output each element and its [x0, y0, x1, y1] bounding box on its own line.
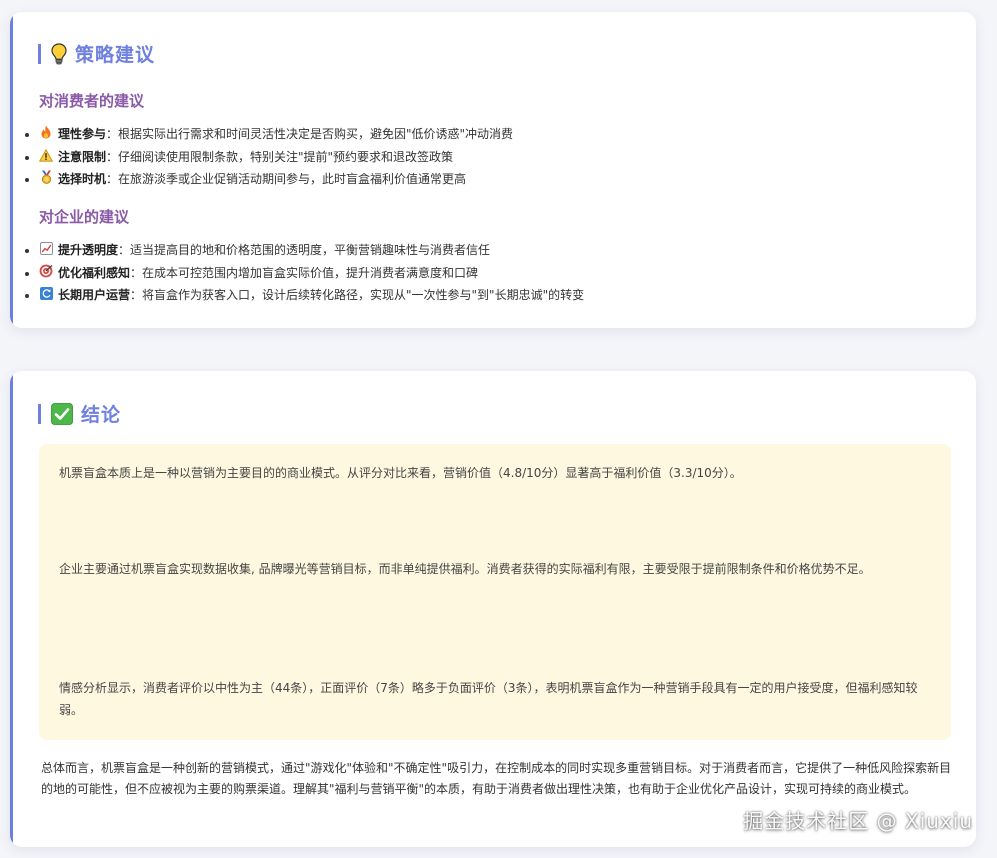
- conclusion-title-text: 结论: [81, 404, 122, 426]
- item-text: ：根据实际出行需求和时间灵活性决定是否购买，避免因"低价诱惑"冲动消费: [106, 127, 514, 141]
- strategy-section-title: 策略建议: [38, 40, 155, 67]
- strategy-card: 策略建议 对消费者的建议 理性参与：根据实际出行需求和时间灵活性决定是否购买，避…: [10, 12, 976, 328]
- item-label: 提升透明度: [58, 243, 119, 257]
- conclusion-summary: 总体而言，机票盲盒是一种创新的营销模式，通过"游戏化"体验和"不确定性"吸引力，…: [41, 761, 952, 796]
- check-icon: [51, 402, 73, 425]
- list-item: 优化福利感知：在成本可控范围内增加盲盒实际价值，提升消费者满意度和口碑: [39, 263, 584, 286]
- item-label: 选择时机: [58, 172, 107, 186]
- target-icon: [39, 264, 53, 286]
- item-label: 注意限制: [58, 149, 107, 164]
- conclusion-highlight-box: 机票盲盒本质上是一种以营销为主要目的的商业模式。从评分对比来看，营销价值（4.8…: [39, 444, 951, 740]
- item-text: ：在旅游淡季或企业促销活动期间参与，此时盲盒福利价值通常更高: [106, 172, 467, 186]
- conclusion-section-title: 结论: [38, 400, 121, 427]
- strategy-title-text: 策略建议: [75, 44, 156, 66]
- medal-icon: [39, 170, 53, 192]
- title-accent-bar: [38, 403, 41, 424]
- fire-icon: [39, 125, 53, 147]
- list-item: 选择时机：在旅游淡季或企业促销活动期间参与，此时盲盒福利价值通常更高: [39, 169, 513, 192]
- watermark: 掘金技术社区 @ Xiuxiu: [743, 809, 973, 833]
- list-item: 理性参与：根据实际出行需求和时间灵活性决定是否购买，避免因"低价诱惑"冲动消费: [39, 124, 513, 147]
- refresh-icon: [39, 286, 53, 308]
- enterprise-advice-heading: 对企业的建议: [39, 208, 130, 226]
- warning-icon: [38, 148, 54, 170]
- title-accent-bar: [38, 43, 41, 64]
- item-label: 理性参与: [58, 127, 107, 141]
- item-text: ：仔细阅读使用限制条款，特别关注"提前"预约要求和退改签政策: [106, 149, 454, 164]
- lightbulb-icon: [51, 42, 67, 65]
- list-item: 提升透明度：适当提高目的地和价格范围的透明度，平衡营销趣味性与消费者信任: [39, 240, 584, 263]
- item-label: 优化福利感知: [58, 265, 131, 280]
- consumer-advice-list: 理性参与：根据实际出行需求和时间灵活性决定是否购买，避免因"低价诱惑"冲动消费 …: [25, 124, 513, 192]
- list-item: 长期用户运营：将盲盒作为获客入口，设计后续转化路径，实现从"一次性参与"到"长期…: [39, 285, 584, 308]
- chart-icon: [39, 241, 53, 263]
- enterprise-advice-list: 提升透明度：适当提高目的地和价格范围的透明度，平衡营销趣味性与消费者信任 优化福…: [25, 240, 584, 308]
- conclusion-paragraph: 情感分析显示，消费者评价以中性为主（44条），正面评价（7条）略多于负面评价（3…: [59, 681, 918, 717]
- conclusion-paragraph: 机票盲盒本质上是一种以营销为主要目的的商业模式。从评分对比来看，营销价值（4.8…: [59, 466, 742, 480]
- item-label: 长期用户运营: [58, 288, 131, 302]
- conclusion-card: 结论 机票盲盒本质上是一种以营销为主要目的的商业模式。从评分对比来看，营销价值（…: [10, 371, 976, 847]
- conclusion-paragraph: 企业主要通过机票盲盒实现数据收集, 品牌曝光等营销目标，而非单纯提供福利。消费者…: [59, 562, 871, 576]
- item-text: ：适当提高目的地和价格范围的透明度，平衡营销趣味性与消费者信任: [118, 243, 491, 257]
- consumer-advice-heading: 对消费者的建议: [39, 92, 145, 110]
- item-text: ：在成本可控范围内增加盲盒实际价值，提升消费者满意度和口碑: [130, 265, 479, 280]
- list-item: 注意限制：仔细阅读使用限制条款，特别关注"提前"预约要求和退改签政策: [38, 147, 513, 170]
- item-text: ：将盲盒作为获客入口，设计后续转化路径，实现从"一次性参与"到"长期忠诚"的转变: [130, 288, 585, 302]
